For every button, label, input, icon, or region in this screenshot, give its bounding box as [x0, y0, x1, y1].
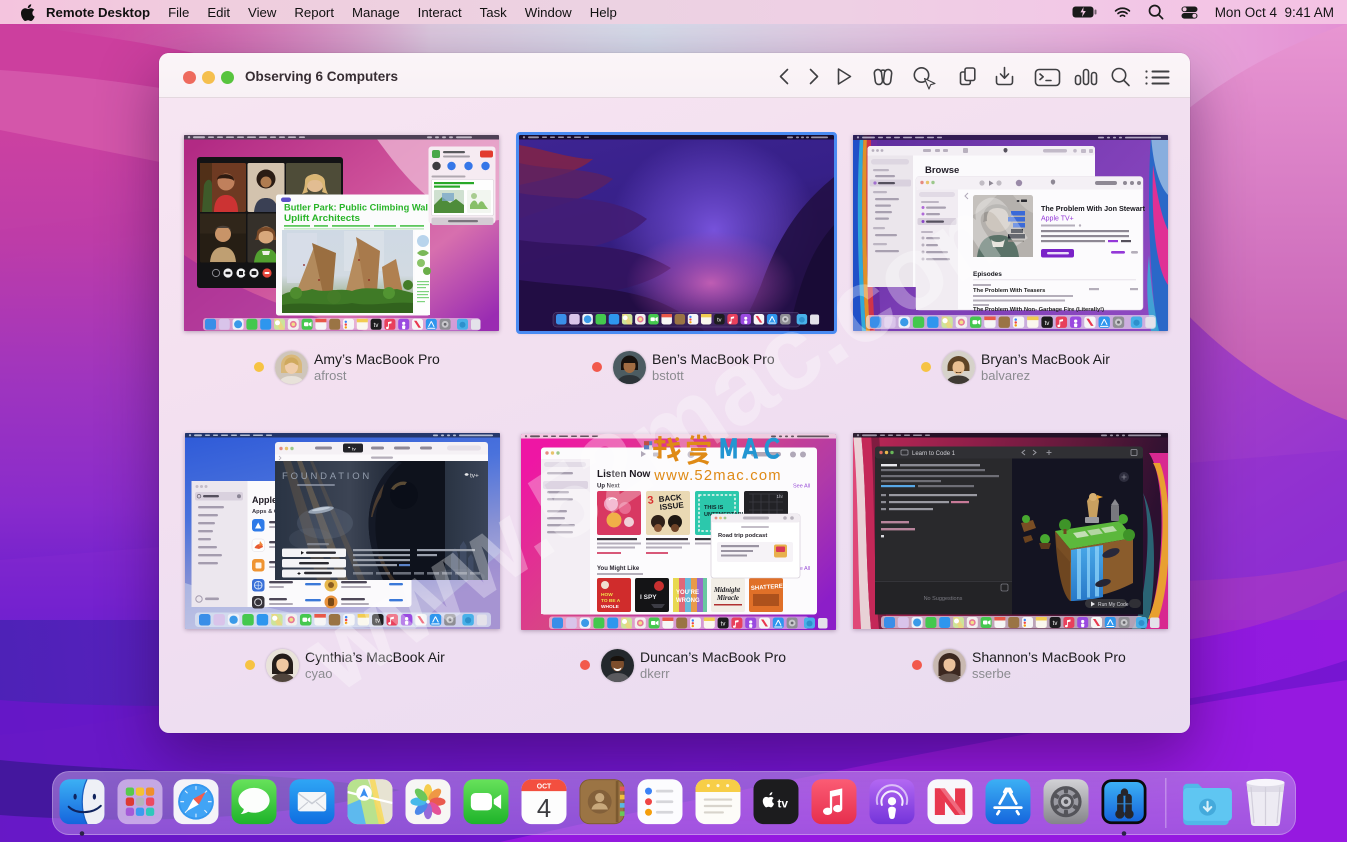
- svg-text:Miracle: Miracle: [716, 595, 739, 602]
- svg-text:The Problem With Jon Stewart: The Problem With Jon Stewart: [1041, 204, 1145, 213]
- svg-text:Episodes: Episodes: [973, 271, 1002, 278]
- svg-text:FOUNDATION: FOUNDATION: [282, 471, 372, 482]
- svg-text:HOW: HOW: [601, 592, 613, 598]
- svg-text:Learn to Code 1: Learn to Code 1: [912, 451, 956, 457]
- svg-text:I SPY: I SPY: [640, 594, 657, 601]
- svg-text:Uplift Architects: Uplift Architects: [284, 213, 360, 224]
- svg-text:THIS IS: THIS IS: [704, 505, 724, 511]
- svg-text:Run My Code: Run My Code: [1098, 602, 1129, 608]
- svg-text:No Suggestions: No Suggestions: [924, 596, 963, 602]
- svg-text:WHOLE: WHOLE: [601, 604, 620, 610]
- svg-text:tv: tv: [777, 797, 788, 811]
- svg-text:OCT: OCT: [537, 783, 552, 790]
- svg-text:Road trip podcast: Road trip podcast: [718, 533, 767, 539]
- svg-text:The Problem With Teasers: The Problem With Teasers: [973, 288, 1045, 294]
- svg-text:Apple: Apple: [252, 495, 277, 505]
- svg-text:TO BE A: TO BE A: [601, 598, 621, 604]
- svg-text:WRONG: WRONG: [676, 598, 700, 604]
- svg-text:1hr: 1hr: [776, 494, 783, 499]
- svg-text:Up Next: Up Next: [597, 484, 620, 490]
- svg-text:YOU’RE: YOU’RE: [676, 590, 699, 596]
- svg-text:4: 4: [537, 795, 551, 823]
- svg-text:Butler Park: Public Climbing W: Butler Park: Public Climbing Wal: [284, 203, 428, 214]
- svg-text:Listen Now: Listen Now: [597, 469, 651, 480]
- svg-text:Midnight: Midnight: [713, 587, 741, 594]
- svg-text:Apple TV+: Apple TV+: [1041, 216, 1074, 223]
- svg-text:tv+: tv+: [470, 473, 479, 480]
- svg-text:tv: tv: [352, 447, 356, 453]
- svg-text:The Problem With Non- Garbage: The Problem With Non- Garbage Fire (Lite…: [973, 307, 1104, 313]
- svg-text:www.52mac.com: www.52mac.com: [653, 468, 782, 483]
- svg-text:Browse: Browse: [925, 165, 959, 176]
- svg-text:You Might Like: You Might Like: [597, 566, 640, 572]
- svg-text:See All: See All: [793, 484, 810, 490]
